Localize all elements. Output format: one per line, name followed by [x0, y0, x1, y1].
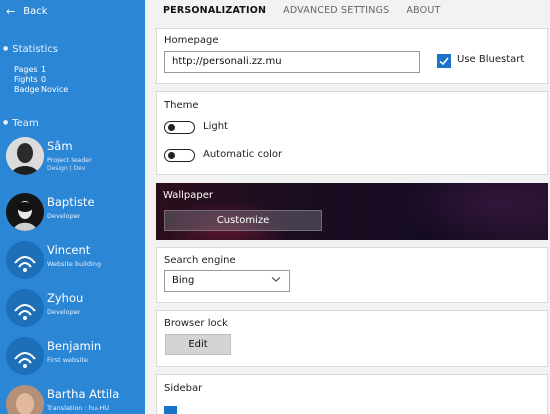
- search-engine-title: Search engine: [164, 255, 236, 266]
- search-engine-select[interactable]: Bing: [164, 270, 290, 292]
- team-member[interactable]: Baptiste Developer: [6, 193, 142, 233]
- tab-personalization[interactable]: PERSONALIZATION: [163, 5, 266, 19]
- search-engine-value: Bing: [172, 275, 195, 286]
- member-name: Zyhou: [47, 291, 84, 305]
- sidebar-settings-card: Sidebar: [156, 374, 548, 414]
- tab-advanced-settings[interactable]: ADVANCED SETTINGS: [283, 5, 389, 19]
- team-member[interactable]: Bartha Attila Translation : hu-HU: [6, 385, 142, 414]
- member-name: Vincent: [47, 243, 91, 257]
- sidebar-option-checkbox[interactable]: [164, 406, 177, 414]
- team-member[interactable]: Benjamin First website: [6, 337, 142, 377]
- browser-lock-card: Browser lock Edit: [156, 310, 548, 367]
- automatic-color-label: Automatic color: [203, 149, 283, 160]
- tab-about[interactable]: ABOUT: [406, 5, 440, 19]
- stat-pages: Pages 1: [14, 65, 47, 74]
- wallpaper-card: Wallpaper Customize: [156, 183, 548, 240]
- homepage-card: Homepage http://personali.zz.mu Use Blue…: [156, 28, 548, 84]
- member-name: Sâm: [47, 139, 73, 153]
- automatic-color-toggle[interactable]: [164, 149, 195, 162]
- member-role: Developer: [47, 212, 81, 220]
- member-role: Developer: [47, 308, 81, 316]
- customize-button[interactable]: Customize: [164, 210, 322, 231]
- back-label: Back: [23, 5, 48, 17]
- member-role: Project leader: [47, 156, 92, 164]
- homepage-url-input[interactable]: http://personali.zz.mu: [164, 51, 420, 73]
- team-heading: ● Team: [3, 118, 39, 129]
- default-avatar-icon: [6, 241, 44, 279]
- member-name: Baptiste: [47, 195, 95, 209]
- theme-title: Theme: [164, 100, 199, 111]
- member-role: Website building: [47, 260, 102, 268]
- light-label: Light: [203, 121, 228, 132]
- team-member[interactable]: Sâm Project leader Design | Dev: [6, 137, 142, 177]
- stat-badge: Badge Novice: [14, 85, 69, 94]
- use-bluestart-label: Use Bluestart: [457, 54, 525, 65]
- theme-card: Theme Light Automatic color: [156, 91, 548, 175]
- member-name: Benjamin: [47, 339, 102, 353]
- toggle-knob: [168, 124, 175, 131]
- team-member[interactable]: Vincent Website building: [6, 241, 142, 281]
- chevron-down-icon: [271, 277, 281, 282]
- avatar: [6, 193, 44, 231]
- browser-lock-title: Browser lock: [164, 318, 228, 329]
- default-avatar-icon: [6, 289, 44, 327]
- member-name: Bartha Attila: [47, 387, 120, 401]
- checkmark-icon: [439, 57, 449, 66]
- team-member[interactable]: Zyhou Developer: [6, 289, 142, 329]
- wallpaper-title: Wallpaper: [163, 190, 214, 201]
- edit-button[interactable]: Edit: [165, 334, 231, 355]
- statistics-heading: ● Statistics: [3, 44, 58, 55]
- member-tags: Design | Dev: [47, 165, 86, 172]
- avatar: [6, 137, 44, 175]
- bullet-icon: ●: [3, 119, 9, 126]
- light-theme-toggle[interactable]: [164, 121, 195, 134]
- member-role: Translation : hu-HU: [47, 404, 109, 412]
- default-avatar-icon: [6, 337, 44, 375]
- settings-tabs: PERSONALIZATION ADVANCED SETTINGS ABOUT: [163, 5, 441, 19]
- left-sidebar: ← Back ● Statistics Pages 1 Fights 0 Badge N…: [0, 0, 145, 414]
- toggle-knob: [168, 152, 175, 159]
- member-role: First website: [47, 356, 88, 364]
- bullet-icon: ●: [3, 45, 9, 52]
- search-engine-card: Search engine Bing: [156, 247, 548, 303]
- back-button[interactable]: ← Back: [6, 3, 48, 19]
- back-arrow-icon: ←: [6, 4, 16, 18]
- stat-fights: Fights 0: [14, 75, 47, 84]
- use-bluestart-checkbox[interactable]: [437, 54, 451, 68]
- sidebar-settings-title: Sidebar: [164, 383, 203, 394]
- homepage-title: Homepage: [164, 35, 219, 46]
- statistics-list: Pages 1 Fights 0 Badge Novice: [14, 65, 68, 95]
- avatar: [6, 385, 44, 414]
